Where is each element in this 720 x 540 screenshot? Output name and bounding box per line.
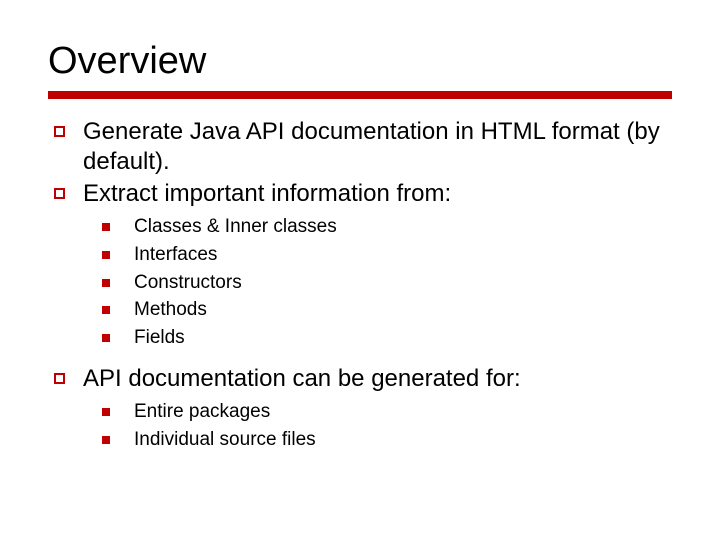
square-filled-bullet-icon xyxy=(102,408,110,416)
title-underline xyxy=(48,91,672,99)
square-filled-bullet-icon xyxy=(102,251,110,259)
square-filled-bullet-icon xyxy=(102,223,110,231)
list-item-text: Fields xyxy=(134,326,185,350)
square-filled-bullet-icon xyxy=(102,306,110,314)
square-outline-bullet-icon xyxy=(54,188,65,199)
list-item-text: Interfaces xyxy=(134,243,217,267)
list-item: Classes & Inner classes xyxy=(102,215,672,239)
list-item: Entire packages xyxy=(102,400,672,424)
square-filled-bullet-icon xyxy=(102,279,110,287)
list-item-text: Classes & Inner classes xyxy=(134,215,337,239)
list-item: Extract important information from: xyxy=(54,179,672,209)
bullet-list-level2: Classes & Inner classes Interfaces Const… xyxy=(102,215,672,350)
list-item-text: Methods xyxy=(134,298,207,322)
list-item-text: Generate Java API documentation in HTML … xyxy=(83,117,672,177)
slide: Overview Generate Java API documentation… xyxy=(0,0,720,540)
list-item: Individual source files xyxy=(102,428,672,452)
square-filled-bullet-icon xyxy=(102,334,110,342)
square-outline-bullet-icon xyxy=(54,373,65,384)
bullet-list-level2: Entire packages Individual source files xyxy=(102,400,672,452)
square-outline-bullet-icon xyxy=(54,126,65,137)
list-item: Constructors xyxy=(102,271,672,295)
list-item: Interfaces xyxy=(102,243,672,267)
list-item-text: Constructors xyxy=(134,271,242,295)
list-item-text: Individual source files xyxy=(134,428,316,452)
square-filled-bullet-icon xyxy=(102,436,110,444)
bullet-list-level1: Generate Java API documentation in HTML … xyxy=(54,117,672,451)
list-item-text: Entire packages xyxy=(134,400,270,424)
list-item: API documentation can be generated for: xyxy=(54,364,672,394)
list-item-text: Extract important information from: xyxy=(83,179,451,209)
list-item: Fields xyxy=(102,326,672,350)
slide-title: Overview xyxy=(48,40,672,83)
list-item: Generate Java API documentation in HTML … xyxy=(54,117,672,177)
list-item-text: API documentation can be generated for: xyxy=(83,364,521,394)
list-item: Methods xyxy=(102,298,672,322)
